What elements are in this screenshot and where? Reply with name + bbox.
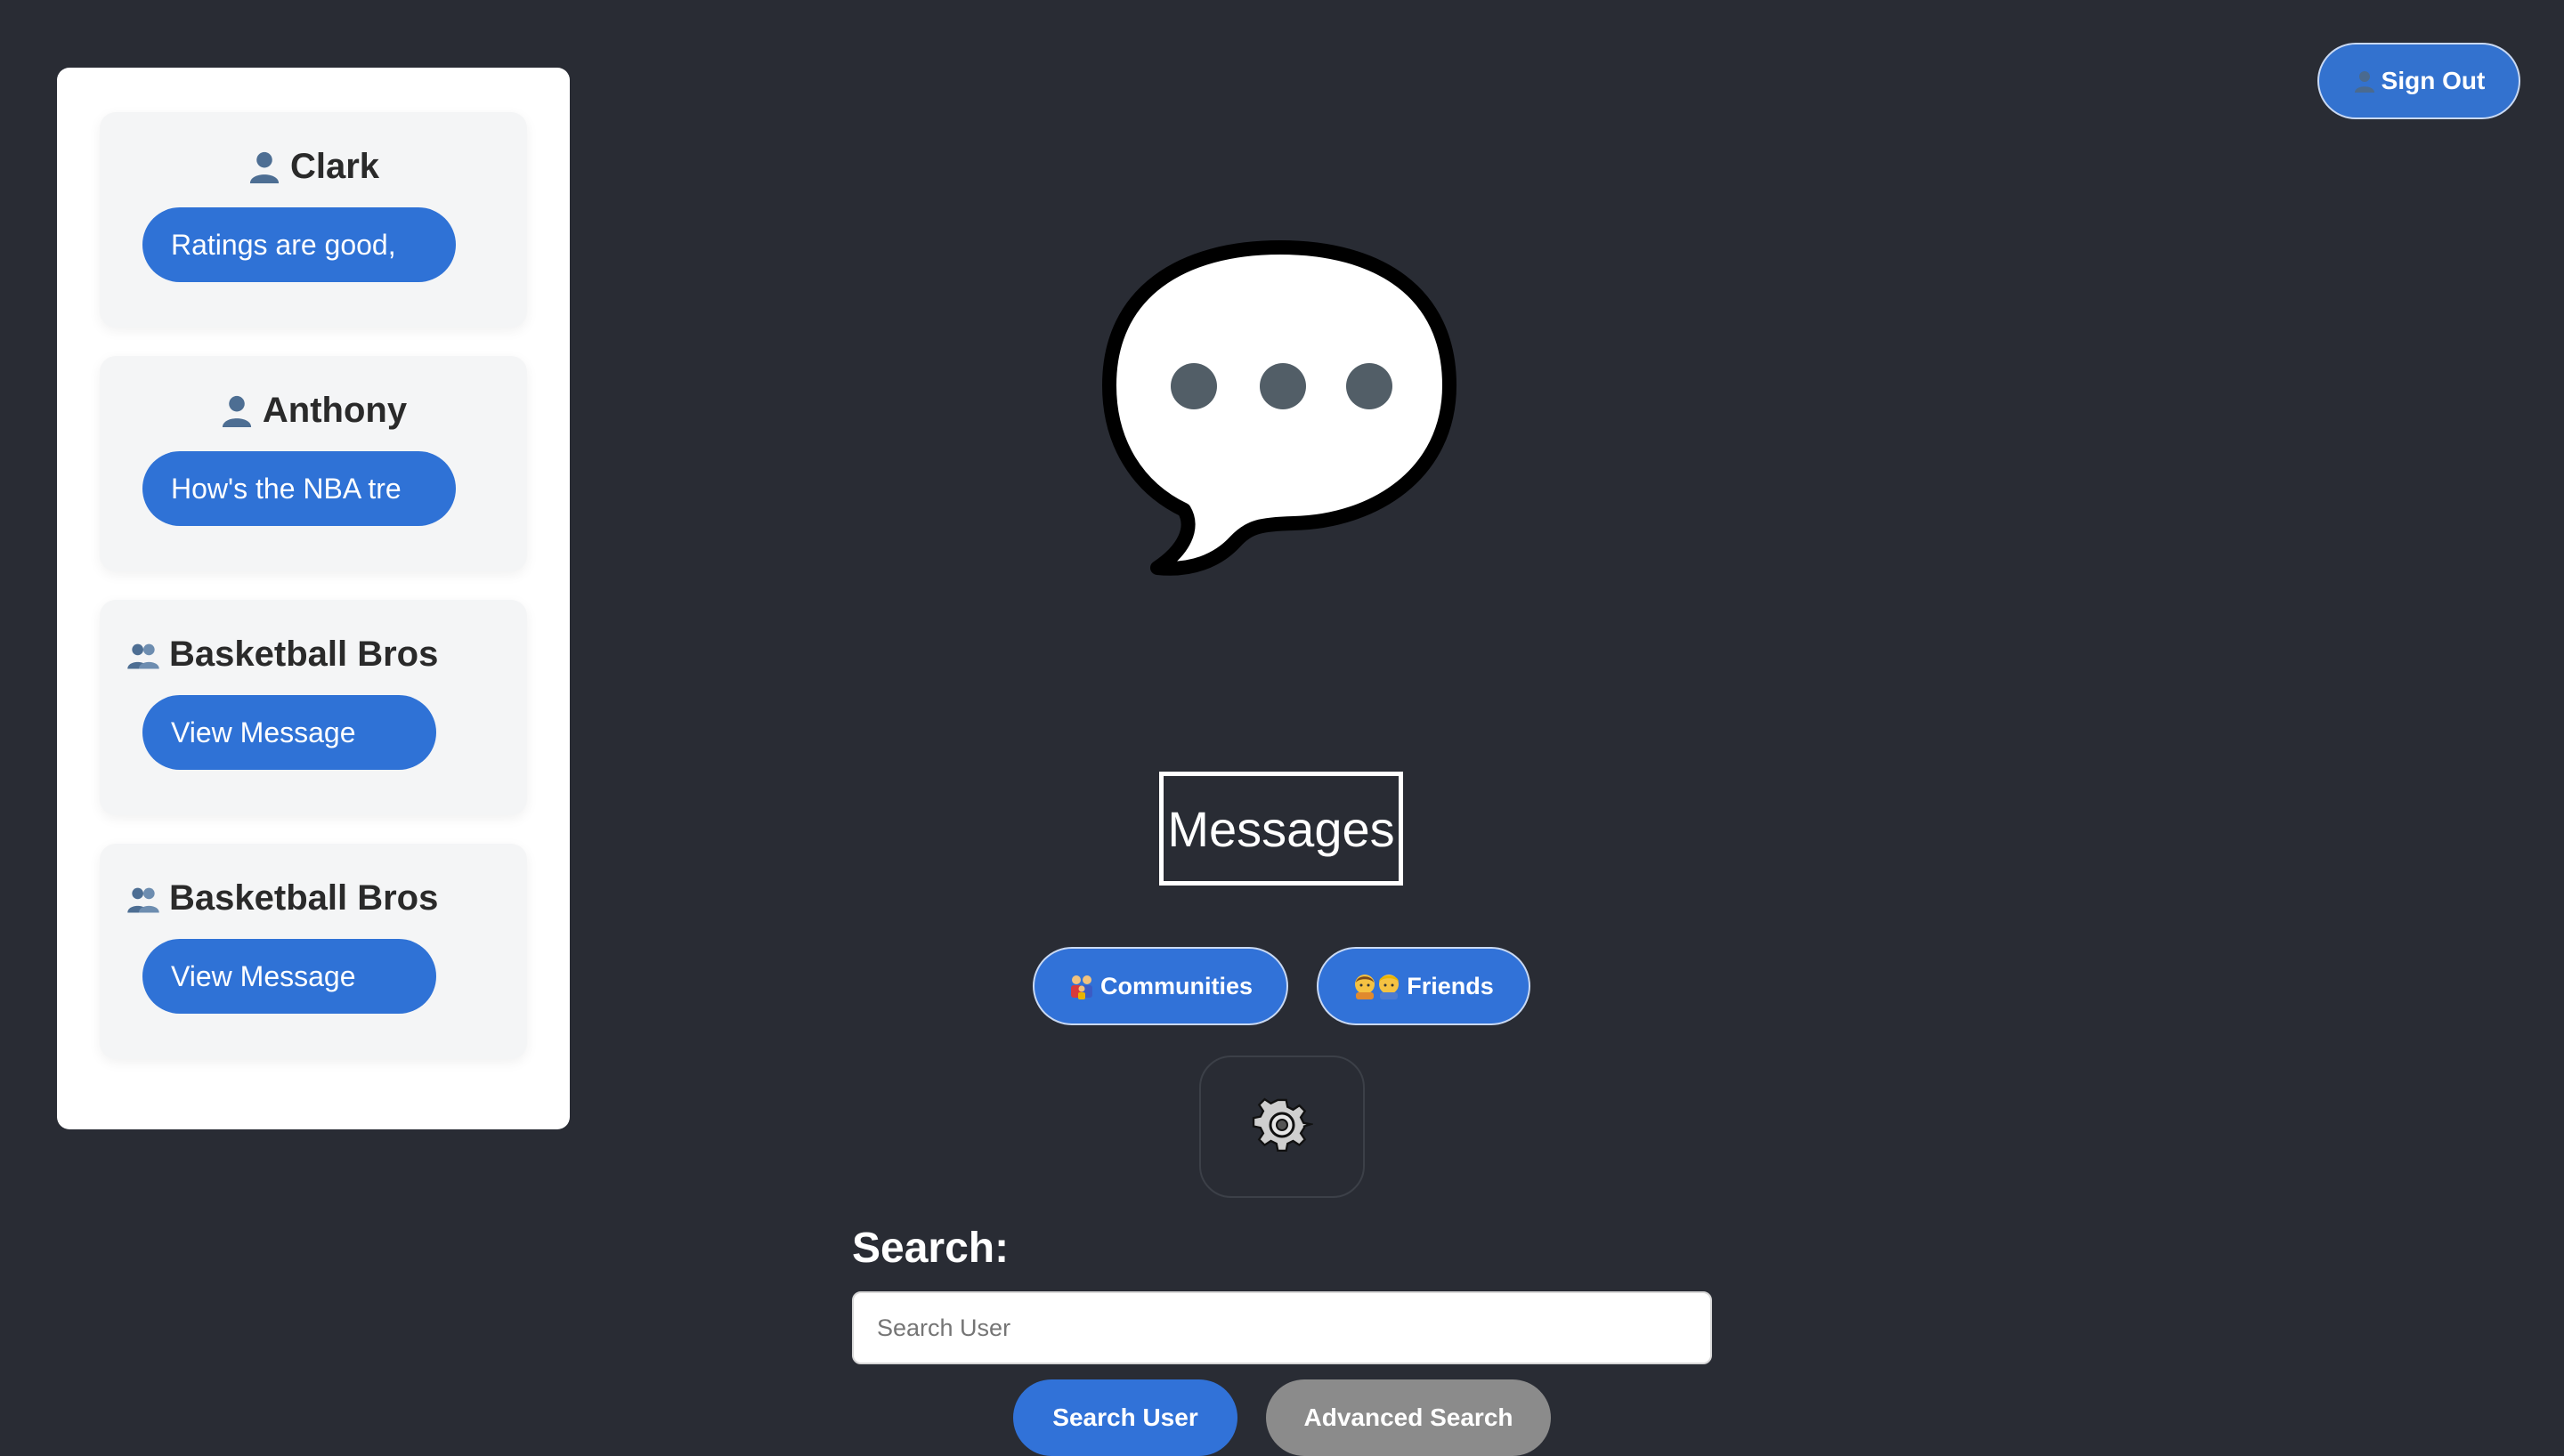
sign-out-button[interactable]: Sign Out bbox=[2317, 43, 2520, 119]
view-message-button[interactable]: View Message bbox=[142, 939, 436, 1014]
family-icon bbox=[1068, 973, 1095, 999]
conversation-card: Clark Ratings are good, bbox=[100, 112, 527, 328]
speech-bubble-ellipsis-icon bbox=[1102, 239, 1460, 578]
gear-icon bbox=[1251, 1094, 1315, 1161]
search-input[interactable] bbox=[852, 1291, 1712, 1364]
conversation-name: Clark bbox=[289, 146, 380, 186]
conversation-title: Basketball Bros bbox=[100, 632, 527, 676]
search-user-button[interactable]: Search User bbox=[1013, 1379, 1237, 1456]
view-message-button[interactable]: View Message bbox=[142, 695, 436, 770]
conversation-title: Basketball Bros bbox=[100, 876, 527, 920]
advanced-search-button[interactable]: Advanced Search bbox=[1266, 1379, 1551, 1456]
search-label: Search: bbox=[852, 1225, 1010, 1272]
page-title-text: Messages bbox=[1167, 800, 1395, 857]
people-icon bbox=[1353, 973, 1401, 999]
conversation-name: Anthony bbox=[262, 390, 408, 430]
user-silhouette-icon bbox=[2353, 69, 2376, 93]
user-silhouette-icon bbox=[247, 150, 281, 183]
page-title: Messages bbox=[1159, 772, 1403, 886]
friends-label: Friends bbox=[1407, 972, 1494, 999]
settings-button[interactable] bbox=[1199, 1056, 1365, 1198]
communities-button[interactable]: Communities bbox=[1033, 947, 1288, 1025]
user-silhouette-icon bbox=[220, 393, 254, 427]
users-silhouette-icon bbox=[126, 881, 160, 915]
conversation-preview-button[interactable]: Ratings are good, bbox=[142, 207, 456, 282]
friends-button[interactable]: Friends bbox=[1317, 947, 1530, 1025]
sign-out-label: Sign Out bbox=[2381, 67, 2486, 94]
conversation-card: Anthony How's the NBA tre bbox=[100, 356, 527, 571]
conversation-card: Basketball Bros View Message bbox=[100, 600, 527, 815]
conversation-sidebar: Clark Ratings are good, Anthony How's th… bbox=[57, 68, 570, 1129]
conversation-name: Basketball Bros bbox=[169, 634, 439, 674]
communities-label: Communities bbox=[1099, 972, 1254, 999]
conversation-name: Basketball Bros bbox=[169, 878, 439, 918]
conversation-card: Basketball Bros View Message bbox=[100, 844, 527, 1059]
conversation-title: Anthony bbox=[100, 388, 527, 433]
conversation-title: Clark bbox=[100, 144, 527, 189]
users-silhouette-icon bbox=[126, 637, 160, 671]
conversation-preview-button[interactable]: How's the NBA tre bbox=[142, 451, 456, 526]
